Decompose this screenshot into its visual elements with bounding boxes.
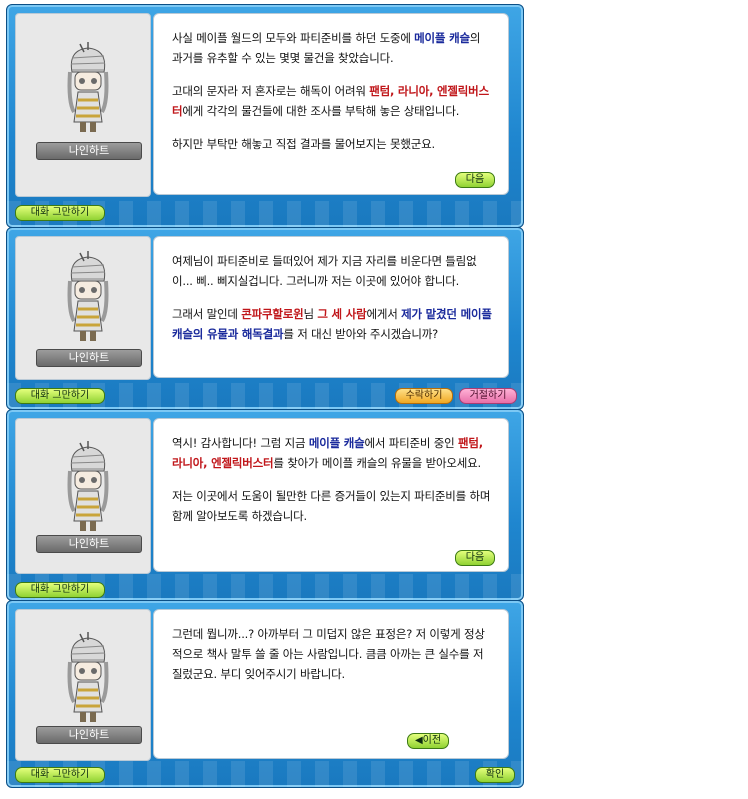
npc-portrait: 나인하트	[15, 418, 151, 574]
npc-portrait: 나인하트	[15, 13, 151, 197]
prev-button[interactable]: ◀이전	[407, 733, 449, 749]
npc-name-tag: 나인하트	[36, 535, 142, 553]
dialog-paragraph: 하지만 부탁만 해놓고 직접 결과를 물어보지는 못했군요.	[172, 137, 435, 151]
npc-sprite-icon	[67, 441, 109, 531]
dialog-paragraph: 사실 메이플 월드의 모두와 파티준비를 하던 도중에 메이플 캐슬의 과거를 …	[172, 31, 481, 65]
dialog-panel-1: 나인하트 사실 메이플 월드의 모두와 파티준비를 하던 도중에 메이플 캐슬의…	[6, 4, 524, 228]
npc-name-tag: 나인하트	[36, 349, 142, 367]
dialog-paragraph: 그래서 말인데 콘파쿠할로윈님 그 세 사람에게서 제가 맡겼던 메이플 캐슬의…	[172, 307, 492, 341]
dialog-paragraph: 그런데 뭡니까...? 아까부터 그 미덥지 않은 표정은? 저 이렇게 정상적…	[172, 627, 485, 681]
decline-button[interactable]: 거절하기	[459, 388, 517, 404]
end-chat-button[interactable]: 대화 그만하기	[15, 205, 105, 221]
next-button[interactable]: 다음	[455, 172, 495, 188]
npc-sprite-icon	[67, 632, 109, 722]
end-chat-button[interactable]: 대화 그만하기	[15, 767, 105, 783]
dialog-paragraph: 고대의 문자라 저 혼자로는 해독이 어려워 팬텀, 라니아, 엔젤릭버스터에게…	[172, 84, 489, 118]
accept-button[interactable]: 수락하기	[395, 388, 453, 404]
dialog-textbox: 여제님이 파티준비로 들떠있어 제가 지금 자리를 비운다면 틀림없이... 삐…	[153, 236, 509, 378]
npc-name-tag: 나인하트	[36, 726, 142, 744]
dialog-paragraph: 저는 이곳에서 도움이 될만한 다른 증거들이 있는지 파티준비를 하며 함께 …	[172, 489, 491, 523]
dialog-textbox: 역시! 감사합니다! 그럼 지금 메이플 캐슬에서 파티준비 중인 팬텀, 라니…	[153, 418, 509, 572]
ok-button[interactable]: 확인	[475, 767, 515, 783]
end-chat-button[interactable]: 대화 그만하기	[15, 582, 105, 598]
dialog-panel-3: 나인하트 역시! 감사합니다! 그럼 지금 메이플 캐슬에서 파티준비 중인 팬…	[6, 409, 524, 601]
npc-name-tag: 나인하트	[36, 142, 142, 160]
npc-sprite-icon	[67, 251, 109, 341]
dialog-textbox: 사실 메이플 월드의 모두와 파티준비를 하던 도중에 메이플 캐슬의 과거를 …	[153, 13, 509, 195]
arrow-left-icon: ◀	[414, 735, 423, 746]
dialog-textbox: 그런데 뭡니까...? 아까부터 그 미덥지 않은 표정은? 저 이렇게 정상적…	[153, 609, 509, 759]
dialog-panel-2: 나인하트 여제님이 파티준비로 들떠있어 제가 지금 자리를 비운다면 틀림없이…	[6, 227, 524, 410]
dialog-paragraph: 역시! 감사합니다! 그럼 지금 메이플 캐슬에서 파티준비 중인 팬텀, 라니…	[172, 436, 483, 470]
npc-portrait: 나인하트	[15, 236, 151, 380]
dialog-panel-4: 나인하트 그런데 뭡니까...? 아까부터 그 미덥지 않은 표정은? 저 이렇…	[6, 600, 524, 788]
next-button[interactable]: 다음	[455, 550, 495, 566]
npc-sprite-icon	[67, 42, 109, 132]
npc-portrait: 나인하트	[15, 609, 151, 761]
dialog-paragraph: 여제님이 파티준비로 들떠있어 제가 지금 자리를 비운다면 틀림없이... 삐…	[172, 254, 477, 288]
end-chat-button[interactable]: 대화 그만하기	[15, 388, 105, 404]
